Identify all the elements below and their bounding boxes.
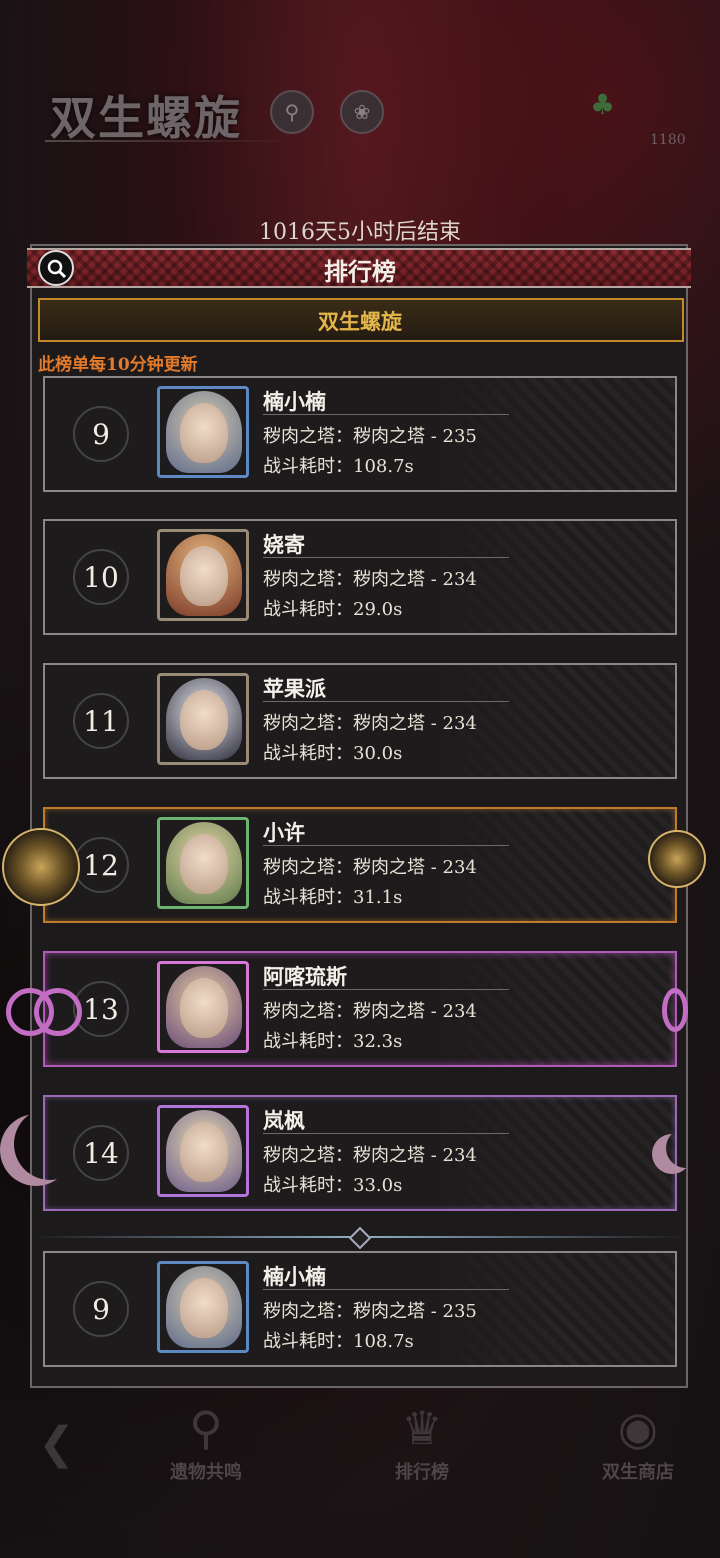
clover-icon: ♣ (590, 88, 616, 121)
rank-number: 12 (73, 837, 129, 893)
butterfly-icon[interactable]: ❀ (340, 90, 384, 134)
player-avatar[interactable] (157, 673, 249, 765)
my-rank-row[interactable]: 9 楠小楠 秽肉之塔：秽肉之塔 - 235 战斗耗时：108.7s (43, 1251, 677, 1367)
nav-leaderboard[interactable]: ♛ 排行榜 (362, 1398, 482, 1508)
stage-record: 秽肉之塔：秽肉之塔 - 235 (263, 1301, 477, 1322)
stage-record: 秽肉之塔：秽肉之塔 - 234 (263, 713, 477, 734)
name-divider (263, 1133, 509, 1134)
player-avatar[interactable] (157, 817, 249, 909)
rank-number: 10 (73, 549, 129, 605)
moon-ornament-icon (666, 1128, 706, 1168)
name-divider (263, 1289, 509, 1290)
compass-ornament-icon (2, 828, 80, 906)
trophy-icon: ♛ (401, 1401, 443, 1455)
nav-label: 双生商店 (602, 1462, 674, 1483)
nav-twin-shop[interactable]: ◉ 双生商店 (578, 1398, 698, 1508)
battle-time: 战斗耗时：108.7s (263, 456, 414, 477)
battle-time: 战斗耗时：33.0s (263, 1175, 403, 1196)
moon-ornament-icon (14, 1108, 86, 1180)
leaderboard-row[interactable]: 9 楠小楠 秽肉之塔：秽肉之塔 - 235 战斗耗时：108.7s (43, 376, 677, 492)
stage-record: 秽肉之塔：秽肉之塔 - 234 (263, 1145, 477, 1166)
battle-time: 战斗耗时：32.3s (263, 1031, 403, 1052)
name-divider (263, 557, 509, 558)
player-avatar[interactable] (157, 529, 249, 621)
name-divider (263, 989, 509, 990)
battle-time: 战斗耗时：30.0s (263, 743, 403, 764)
stage-record: 秽肉之塔：秽肉之塔 - 235 (263, 426, 477, 447)
nav-relic-resonance[interactable]: ⚲ 遗物共鸣 (146, 1398, 266, 1508)
player-name: 苹果派 (263, 676, 326, 701)
player-name: 岚枫 (263, 1108, 305, 1133)
nav-label: 遗物共鸣 (170, 1462, 242, 1483)
name-divider (263, 845, 509, 846)
stage-record: 秽肉之塔：秽肉之塔 - 234 (263, 857, 477, 878)
leaderboard-row[interactable]: 10 娆寄 秽肉之塔：秽肉之塔 - 234 战斗耗时：29.0s (43, 519, 677, 635)
update-notice: 此榜单每10分钟更新 (38, 355, 198, 375)
battle-time: 战斗耗时：31.1s (263, 887, 403, 908)
nav-label: 排行榜 (395, 1462, 449, 1483)
player-name: 小许 (263, 820, 305, 845)
title-underline (45, 140, 300, 142)
player-name: 娆寄 (263, 532, 305, 557)
search-icon[interactable]: ⚲ (270, 90, 314, 134)
money-bag-icon: ◉ (617, 1401, 659, 1455)
back-arrow-icon[interactable]: ❮ (38, 1418, 75, 1469)
resource-value: 1180 (650, 132, 686, 148)
rank-number: 9 (73, 406, 129, 462)
event-countdown: 1016天5小时后结束 (259, 220, 461, 245)
leaderboard-row[interactable]: 13 阿喀琉斯 秽肉之塔：秽肉之塔 - 234 战斗耗时：32.3s (43, 951, 677, 1067)
ring-ornament-icon (34, 988, 82, 1036)
stage-record: 秽肉之塔：秽肉之塔 - 234 (263, 1001, 477, 1022)
player-avatar[interactable] (157, 961, 249, 1053)
rank-number: 9 (73, 1281, 129, 1337)
game-title: 双生螺旋 (50, 91, 242, 145)
tab-twin-spiral-label: 双生螺旋 (318, 309, 402, 334)
battle-time: 战斗耗时：29.0s (263, 599, 403, 620)
player-name: 阿喀琉斯 (263, 964, 347, 989)
player-name: 楠小楠 (263, 1264, 326, 1289)
rank-number: 11 (73, 693, 129, 749)
panel-title: 排行榜 (324, 257, 396, 286)
player-avatar[interactable] (157, 1105, 249, 1197)
name-divider (263, 414, 509, 415)
stage-record: 秽肉之塔：秽肉之塔 - 234 (263, 569, 477, 590)
leaderboard-row[interactable]: 12 小许 秽肉之塔：秽肉之塔 - 234 战斗耗时：31.1s (43, 807, 677, 923)
leaderboard-row[interactable]: 11 苹果派 秽肉之塔：秽肉之塔 - 234 战斗耗时：30.0s (43, 663, 677, 779)
compass-ornament-icon (648, 830, 706, 888)
player-avatar[interactable] (157, 386, 249, 478)
leaderboard-row[interactable]: 14 岚枫 秽肉之塔：秽肉之塔 - 234 战斗耗时：33.0s (43, 1095, 677, 1211)
ring-ornament-icon (662, 988, 688, 1032)
player-name: 楠小楠 (263, 389, 326, 414)
battle-time: 战斗耗时：108.7s (263, 1331, 414, 1352)
goblet-icon: ⚲ (189, 1401, 223, 1455)
name-divider (263, 701, 509, 702)
player-avatar[interactable] (157, 1261, 249, 1353)
